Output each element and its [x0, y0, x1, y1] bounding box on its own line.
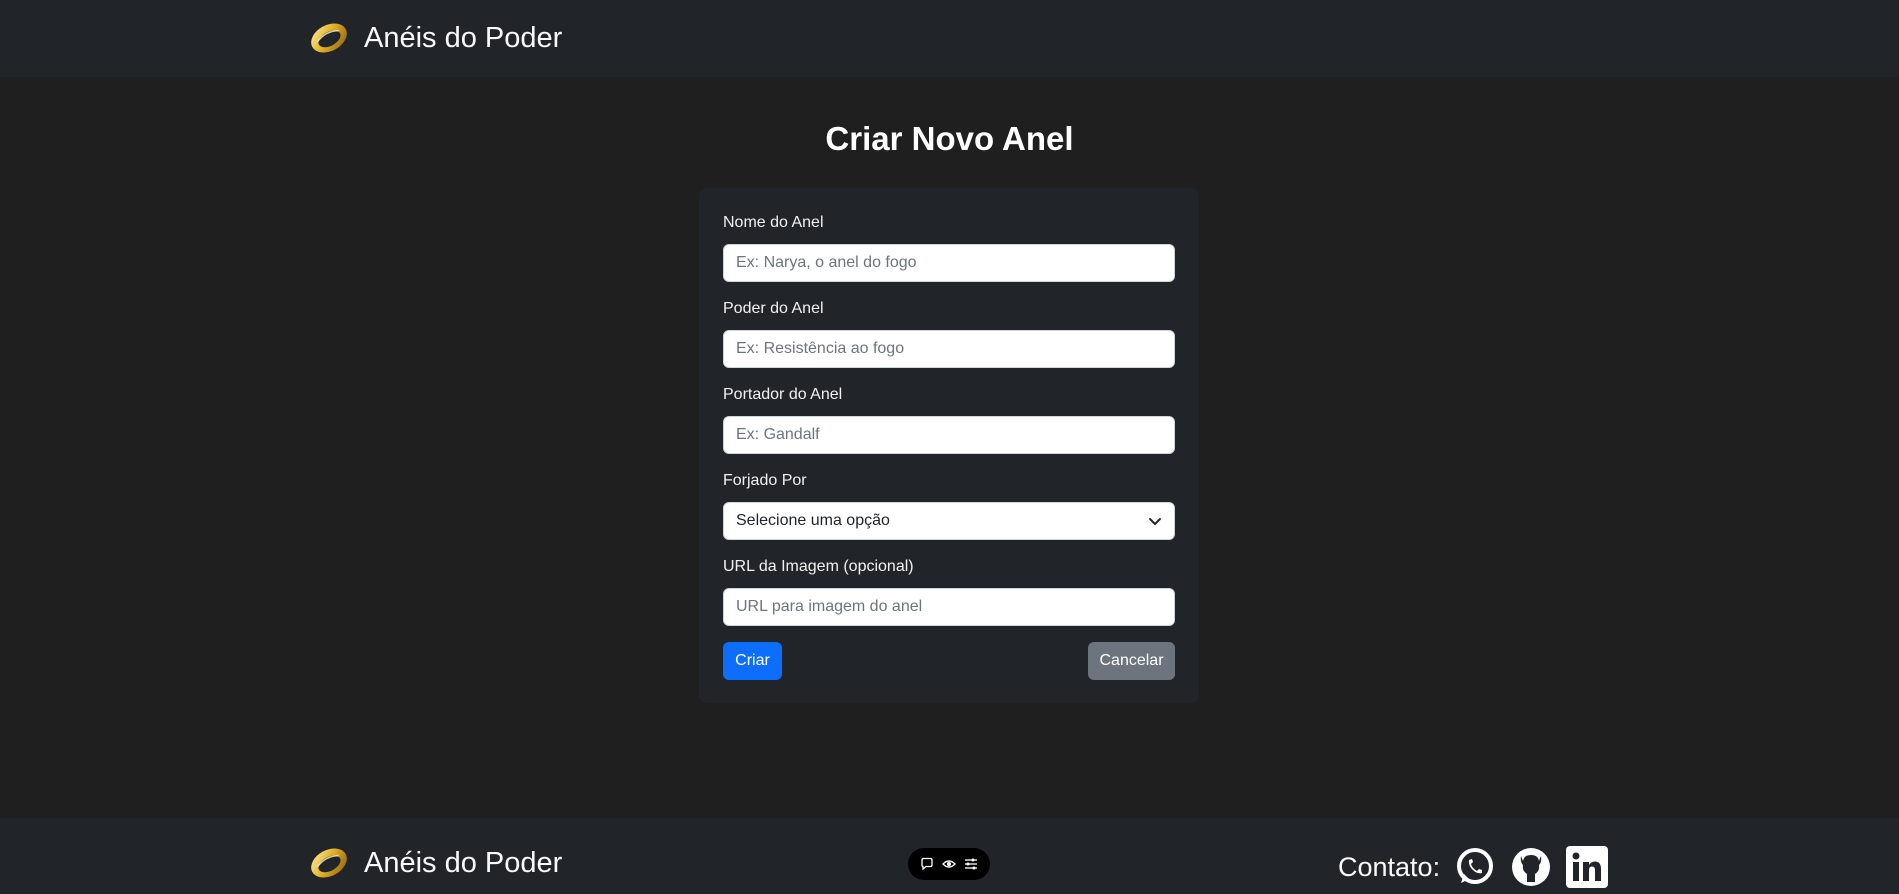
whatsapp-icon[interactable]: [1454, 846, 1496, 888]
ring-name-input[interactable]: [723, 244, 1175, 282]
settings-sliders-icon[interactable]: [964, 857, 978, 871]
image-url-label: URL da Imagem (opcional): [723, 558, 914, 575]
linkedin-icon[interactable]: [1566, 846, 1609, 888]
comment-icon[interactable]: [920, 857, 934, 871]
forged-by-select[interactable]: Selecione uma opção: [723, 502, 1175, 540]
github-icon[interactable]: [1510, 846, 1552, 888]
ring-icon: [311, 23, 347, 53]
contact-section: Contato:: [1338, 846, 1609, 888]
top-navbar: Anéis do Poder: [0, 0, 1899, 77]
create-button[interactable]: Criar: [723, 642, 782, 680]
ring-power-label: Poder do Anel: [723, 300, 824, 317]
footer-brand-name: Anéis do Poder: [364, 846, 563, 879]
brand-name: Anéis do Poder: [364, 21, 563, 54]
forged-by-selected-value: Selecione uma opção: [736, 512, 890, 529]
eye-icon[interactable]: [942, 857, 956, 871]
chevron-down-icon: [1149, 518, 1161, 525]
image-url-input[interactable]: [723, 588, 1175, 626]
forged-by-label: Forjado Por: [723, 472, 807, 489]
ring-name-label: Nome do Anel: [723, 214, 824, 231]
header-brand-link[interactable]: Anéis do Poder: [307, 16, 562, 60]
ring-bearer-input[interactable]: [723, 416, 1175, 454]
ring-icon: [311, 848, 347, 878]
cancel-button[interactable]: Cancelar: [1088, 642, 1175, 680]
create-ring-form: Nome do Anel Poder do Anel Portador do A…: [699, 188, 1199, 703]
footer-brand-link[interactable]: Anéis do Poder: [307, 841, 562, 885]
ring-bearer-label: Portador do Anel: [723, 386, 843, 403]
ring-power-input[interactable]: [723, 330, 1175, 368]
floating-toolbar: [908, 848, 990, 880]
page-title: Criar Novo Anel: [825, 120, 1074, 157]
contact-label: Contato:: [1338, 851, 1441, 882]
